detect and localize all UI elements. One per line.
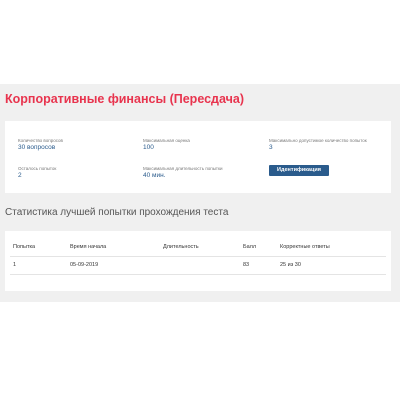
page-title: Корпоративные финансы (Пересдача) <box>5 92 245 106</box>
max-duration-field: Максимальная длительность попытки 40 мин… <box>143 166 222 179</box>
row-score: 83 <box>243 262 250 268</box>
header-attempt: Попытка <box>13 244 36 250</box>
header-start-time: Время начала <box>70 244 107 250</box>
max-attempts-label: Максимально допустимое количество попыто… <box>269 138 367 143</box>
questions-count-field: Количество вопросов 30 вопросов <box>18 138 63 151</box>
test-info-card: Количество вопросов 30 вопросов Максимал… <box>5 121 391 193</box>
stats-title: Статистика лучшей попытки прохождения те… <box>5 207 229 218</box>
questions-count-value: 30 вопросов <box>18 144 56 151</box>
attempts-left-field: Осталось попыток 2 <box>18 166 56 179</box>
attempts-left-value: 2 <box>18 172 22 179</box>
questions-count-label: Количество вопросов <box>18 138 63 143</box>
max-score-field: Максимальная оценка 100 <box>143 138 190 151</box>
stats-table: Попытка Время начала Длительность Балл К… <box>5 231 391 291</box>
row-correct: 25 из 30 <box>280 262 301 268</box>
max-duration-value: 40 мин. <box>143 172 166 179</box>
max-attempts-value: 3 <box>269 144 273 151</box>
max-score-value: 100 <box>143 144 154 151</box>
header-correct: Корректные ответы <box>280 244 330 250</box>
header-duration: Длительность <box>163 244 199 250</box>
attempts-left-label: Осталось попыток <box>18 166 57 171</box>
header-score: Балл <box>243 244 257 250</box>
row-start-time: 05-09-2019 <box>70 262 99 268</box>
row-attempt: 1 <box>13 262 17 268</box>
max-duration-label: Максимальная длительность попытки <box>143 166 223 171</box>
identification-button[interactable]: Идентификация <box>269 165 329 176</box>
max-attempts-field: Максимально допустимое количество попыто… <box>269 138 367 151</box>
table-divider <box>10 256 386 257</box>
table-row-divider <box>10 274 386 275</box>
max-score-label: Максимальная оценка <box>143 138 190 143</box>
